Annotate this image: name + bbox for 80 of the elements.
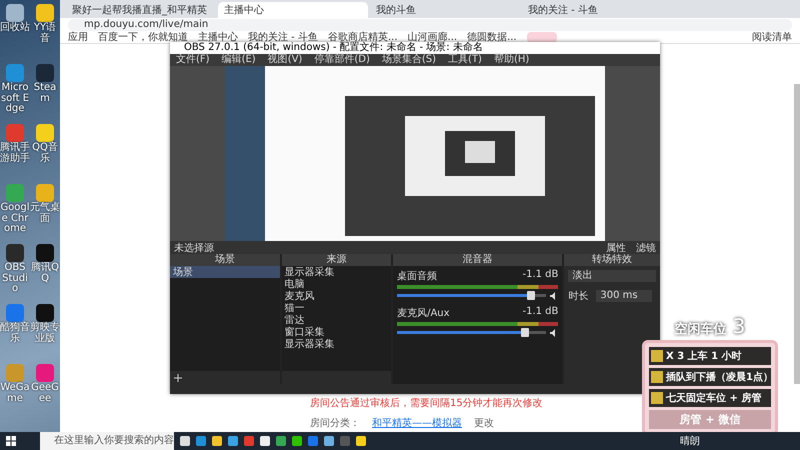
scene-item[interactable]: 场景 (170, 266, 280, 278)
browser-tab[interactable]: 我的斗鱼 (370, 2, 520, 18)
category-link[interactable]: 和平精英——模拟器 (372, 416, 462, 430)
menu-item[interactable]: 文件(F) (176, 54, 210, 66)
item-icon (651, 392, 663, 404)
overlay-item: 七天固定车位 + 房管 (666, 391, 762, 405)
taskbar-search-field[interactable]: 在这里输入你要搜索的内容 (40, 432, 174, 450)
desktop-icon-label: QQ音乐 (31, 143, 59, 164)
app-icon[interactable] (36, 124, 54, 142)
source-item[interactable]: 麦克风 (282, 290, 392, 302)
slider-thumb[interactable] (521, 328, 530, 337)
menu-item[interactable]: 工具(T) (448, 54, 482, 66)
desktop-icon-label: WeGame (0, 383, 30, 404)
desktop-icon-label: 元气桌面 (30, 203, 60, 224)
desktop-icon-label: YY语音 (32, 23, 58, 44)
channel-name: 桌面音频 (397, 270, 438, 283)
desktop-icon-label: 剪映专业版 (30, 323, 60, 344)
dock-title: 转场特效 (564, 254, 660, 266)
channel-reading: -1.1 dB (522, 269, 558, 282)
menu-item[interactable]: 帮助(H) (494, 54, 530, 66)
filters-button[interactable]: 滤镜 (636, 240, 656, 254)
add-icon[interactable] (174, 374, 182, 382)
reading-list[interactable]: 阅读清单 (752, 30, 792, 44)
overlay-count: 3 (732, 314, 746, 338)
source-item[interactable]: 窗口采集 (282, 326, 392, 338)
source-item[interactable]: 电脑 (282, 278, 392, 290)
category-label: 房间分类： (310, 416, 360, 430)
desktop-icon-label: Steam (32, 83, 58, 104)
browser-tab[interactable]: 聚好一起帮我播直播_和平精英 (66, 2, 216, 18)
transition-select[interactable]: 淡出 (568, 270, 656, 282)
channel-reading: -1.1 dB (522, 306, 558, 319)
dock-title: 混音器 (393, 254, 562, 266)
scrollbar[interactable] (794, 84, 800, 384)
dock-title: 场景 (170, 254, 280, 266)
desktop-icon-label: 腾讯QQ (30, 263, 60, 284)
desktop-icon-label: Google Chrome (0, 203, 30, 234)
window-title: OBS 27.0.1 (64-bit, windows) - 配置文件: 未命名 - 场景: 未命名 (170, 42, 660, 54)
sticker-drawing (526, 32, 557, 42)
browser-tab[interactable]: 我的关注 - 斗鱼 (522, 2, 672, 18)
duration-field[interactable]: 300 ms (596, 290, 652, 302)
desktop-icon-label: GeeGee (30, 383, 60, 404)
desktop-icon-label: 酷狗音乐 (0, 323, 30, 344)
menu-item[interactable]: 视图(V) (268, 54, 302, 66)
dock-title: 来源 (282, 254, 392, 266)
menu-item[interactable]: 编辑(E) (222, 54, 256, 66)
desktop-icon-label: Microsoft Edge (0, 83, 30, 114)
bookmark[interactable]: 主播中心 (198, 30, 238, 44)
item-icon (651, 371, 663, 383)
source-item[interactable]: 雷达 (282, 314, 392, 326)
desktop-icon-label: 回收站 (0, 23, 30, 34)
desktop-icon-label: 腾讯手游助手 (0, 143, 30, 164)
browser-tab[interactable]: 主播中心 (218, 2, 368, 18)
notice-text: 房间公告通过审核后，需要间隔15分钟才能再次修改 (310, 396, 543, 410)
overlay-item: X 3 上车 1 小时 (666, 349, 742, 363)
bookmark[interactable]: 应用 (68, 30, 88, 44)
weather-text: 晴朗 (680, 434, 700, 448)
overlay-item: 插队到下播（凌晨1点） (666, 370, 773, 384)
source-item[interactable]: 猫一 (282, 302, 392, 314)
windows-start-icon[interactable] (6, 436, 16, 446)
app-icon[interactable] (36, 4, 54, 22)
app-icon[interactable] (6, 4, 24, 22)
overlay-footer: 房管 + 微信 (649, 410, 771, 429)
channel-name: 麦克风/Aux (397, 306, 450, 320)
address-bar[interactable]: mp.douyu.com/live/main (68, 18, 792, 30)
desktop-icon-label: OBS Studio (1, 263, 29, 294)
no-source-label: 未选择源 (174, 242, 214, 254)
bookmark[interactable]: 百度一下，你就知道 (98, 30, 188, 44)
source-item[interactable]: 显示器采集 (282, 338, 392, 350)
menu-item[interactable]: 停靠部件(D) (314, 54, 370, 66)
change-link[interactable]: 更改 (474, 416, 494, 430)
app-icon[interactable] (6, 244, 24, 262)
app-icon[interactable] (36, 244, 54, 262)
slider-thumb[interactable] (527, 291, 536, 300)
overlay-title: 空闲车位 (674, 320, 727, 338)
properties-button[interactable]: 属性 (606, 240, 626, 254)
duration-label: 时长 (568, 290, 588, 303)
app-icon[interactable] (36, 304, 54, 322)
menu-item[interactable]: 场景集合(S) (382, 54, 436, 66)
source-item[interactable]: 显示器采集 (282, 266, 392, 278)
item-icon (651, 350, 663, 362)
